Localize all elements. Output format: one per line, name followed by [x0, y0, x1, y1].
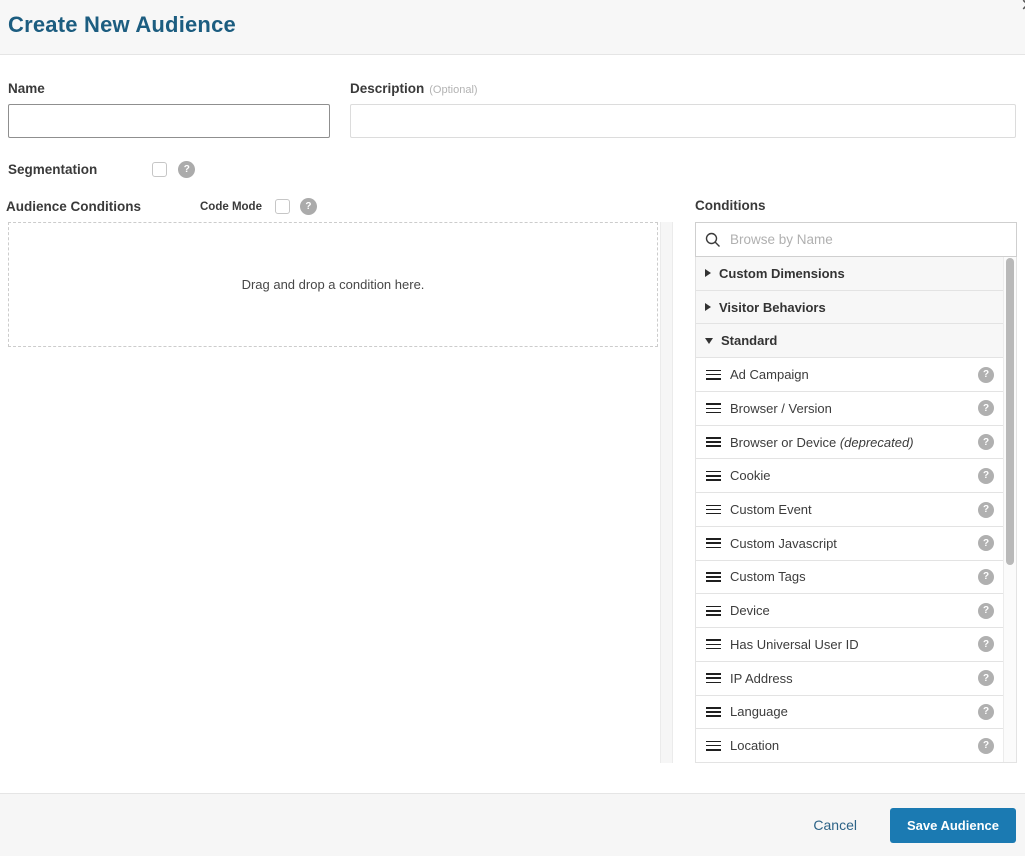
condition-item-row[interactable]: Custom Tags ? — [696, 560, 1003, 595]
condition-item-help-icon[interactable]: ? — [978, 568, 994, 585]
condition-item-help-icon[interactable]: ? — [978, 737, 994, 754]
segmentation-row: Segmentation ? — [8, 161, 196, 178]
drag-handle-icon[interactable] — [706, 468, 721, 483]
condition-section-row[interactable]: Visitor Behaviors — [696, 290, 1003, 325]
description-label-text: Description — [350, 81, 425, 96]
drag-handle-icon[interactable] — [706, 603, 721, 618]
cancel-button[interactable]: Cancel — [813, 817, 857, 833]
conditions-scrollbar-thumb[interactable] — [1006, 258, 1014, 565]
section-expander-icon — [705, 269, 711, 278]
drag-handle-icon[interactable] — [706, 434, 721, 449]
condition-item-help-icon[interactable]: ? — [978, 703, 994, 720]
condition-item-label: Browser / Version — [730, 400, 832, 416]
condition-item-help-icon[interactable]: ? — [978, 434, 994, 451]
builder-scrollbar-track[interactable] — [660, 222, 673, 763]
conditions-scrollbar-track[interactable] — [1003, 257, 1016, 762]
conditions-panel-title: Conditions — [695, 198, 766, 213]
dialog-footer: Cancel Save Audience — [0, 793, 1025, 856]
dropzone-placeholder-text: Drag and drop a condition here. — [241, 277, 425, 292]
condition-item-help-icon[interactable]: ? — [978, 501, 994, 518]
code-mode-checkbox[interactable] — [274, 199, 290, 214]
condition-item-row[interactable]: Browser or Device (deprecated) ? — [696, 425, 1003, 460]
condition-item-label: Language — [730, 704, 788, 720]
section-label: Standard — [721, 333, 778, 349]
condition-item-help-icon[interactable]: ? — [978, 366, 994, 383]
condition-item-row[interactable]: Language ? — [696, 695, 1003, 730]
audience-conditions-header: Audience Conditions Code Mode ? — [6, 198, 317, 215]
section-label: Custom Dimensions — [719, 265, 845, 281]
drag-handle-icon[interactable] — [706, 367, 721, 382]
condition-item-label: Location — [730, 738, 780, 754]
condition-item-help-icon[interactable]: ? — [978, 602, 994, 619]
drag-handle-icon[interactable] — [706, 569, 721, 584]
drag-handle-icon[interactable] — [706, 704, 721, 719]
close-icon[interactable]: × — [1021, 0, 1025, 16]
drag-handle-icon[interactable] — [706, 738, 721, 753]
condition-item-row[interactable]: IP Address ? — [696, 661, 1003, 696]
conditions-list: Custom Dimensions Visitor Behaviors Stan… — [695, 257, 1017, 763]
condition-item-label: Browser or Device (deprecated) — [730, 434, 914, 450]
segmentation-help-icon[interactable]: ? — [178, 161, 196, 178]
name-label: Name — [8, 81, 45, 96]
condition-item-row[interactable]: Cookie ? — [696, 459, 1003, 494]
condition-item-row[interactable]: Device ? — [696, 594, 1003, 629]
section-expander-icon — [705, 337, 713, 344]
condition-item-row[interactable]: Browser / Version ? — [696, 391, 1003, 426]
condition-item-help-icon[interactable]: ? — [978, 400, 994, 417]
drag-handle-icon[interactable] — [706, 637, 721, 652]
condition-dropzone[interactable]: Drag and drop a condition here. — [8, 222, 658, 347]
condition-item-label: Has Universal User ID — [730, 636, 859, 652]
code-mode-label: Code Mode — [200, 200, 262, 213]
segmentation-label: Segmentation — [8, 162, 98, 177]
condition-item-row[interactable]: Custom Event ? — [696, 493, 1003, 527]
segmentation-checkbox[interactable] — [152, 162, 168, 177]
drag-handle-icon[interactable] — [706, 671, 721, 686]
name-input[interactable] — [8, 104, 330, 138]
description-optional-hint: (Optional) — [429, 84, 478, 96]
search-input[interactable] — [730, 232, 1007, 247]
condition-section-row[interactable]: Standard — [696, 324, 1003, 359]
search-icon — [705, 232, 720, 247]
condition-item-help-icon[interactable]: ? — [978, 670, 994, 687]
drag-handle-icon[interactable] — [706, 502, 721, 517]
deprecated-tag: (deprecated) — [839, 434, 914, 450]
code-mode-help-icon[interactable]: ? — [299, 198, 317, 215]
condition-item-label: Cookie — [730, 468, 771, 484]
condition-item-row[interactable]: Custom Javascript ? — [696, 526, 1003, 561]
condition-item-label: Custom Tags — [730, 569, 806, 585]
conditions-search-box — [695, 222, 1017, 257]
section-expander-icon — [705, 303, 711, 312]
audience-conditions-label: Audience Conditions — [6, 199, 141, 214]
condition-item-label: Custom Event — [730, 502, 812, 517]
condition-item-label: Ad Campaign — [730, 367, 809, 383]
description-label: Description (Optional) — [350, 81, 478, 96]
condition-section-row[interactable]: Custom Dimensions — [696, 257, 1003, 291]
condition-item-row[interactable]: Location ? — [696, 729, 1003, 763]
condition-item-help-icon[interactable]: ? — [978, 467, 994, 484]
description-input[interactable] — [350, 104, 1016, 138]
condition-item-label: IP Address — [730, 670, 793, 686]
save-audience-button[interactable]: Save Audience — [889, 807, 1016, 843]
dialog-header: Create New Audience — [0, 0, 1025, 55]
drag-handle-icon[interactable] — [706, 401, 721, 416]
condition-item-label: Device — [730, 603, 770, 619]
condition-item-help-icon[interactable]: ? — [978, 535, 994, 552]
drag-handle-icon[interactable] — [706, 536, 721, 551]
condition-item-help-icon[interactable]: ? — [978, 636, 994, 653]
condition-item-row[interactable]: Ad Campaign ? — [696, 358, 1003, 392]
condition-item-label: Custom Javascript — [730, 535, 837, 551]
condition-item-row[interactable]: Has Universal User ID ? — [696, 628, 1003, 662]
page-title: Create New Audience — [8, 12, 236, 37]
section-label: Visitor Behaviors — [719, 299, 826, 315]
